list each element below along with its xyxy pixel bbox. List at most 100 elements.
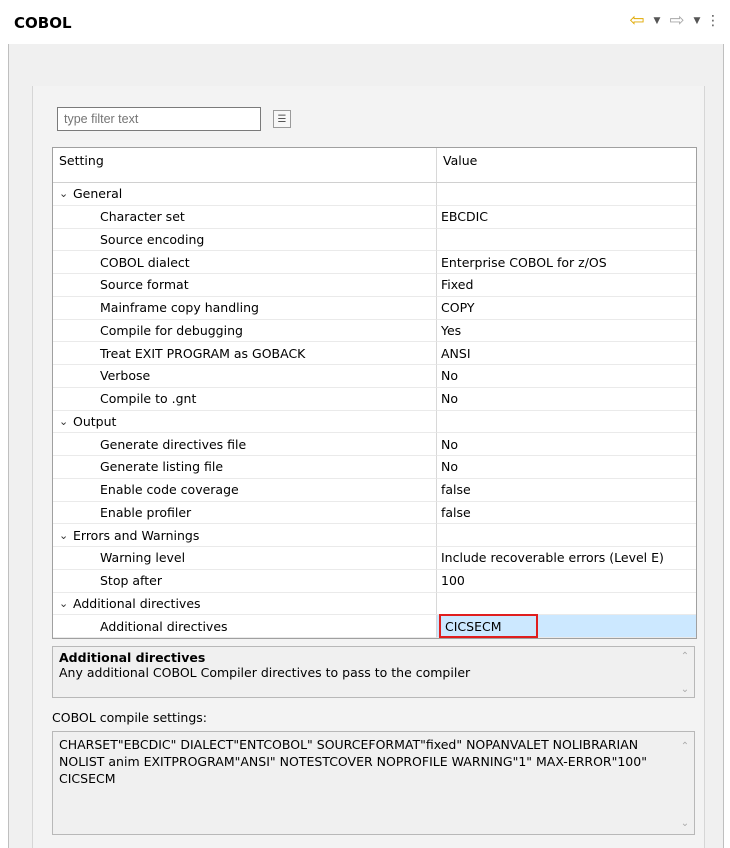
table-row[interactable]: Warning level Include recoverable errors … [53, 547, 696, 570]
preferences-header: COBOL ⇦ ▼ ⇨ ▼ ⋮ [0, 0, 730, 44]
value-cell[interactable]: No [437, 456, 696, 479]
setting-cell: ⌄ Additional directives [53, 592, 437, 616]
setting-cell: Warning level [53, 547, 437, 570]
setting-cell: ⌄ General [53, 183, 437, 206]
setting-value: CICSECM [445, 618, 502, 634]
back-dropdown-icon[interactable]: ▼ [650, 16, 664, 26]
filter-input[interactable] [57, 107, 261, 131]
setting-cell: Treat EXIT PROGRAM as GOBACK [53, 342, 437, 365]
table-row[interactable]: Generate directives file No [53, 433, 696, 456]
filter-options-button[interactable]: ☰ [273, 110, 291, 128]
description-box: Additional directives Any additional COB… [52, 646, 695, 698]
table-row[interactable]: Enable code coverage false [53, 478, 696, 502]
table-row[interactable]: Compile to .gnt No [53, 387, 696, 411]
setting-label: General [73, 186, 123, 202]
setting-cell: Mainframe copy handling [53, 296, 437, 320]
category-row[interactable]: ⌄ Output [53, 410, 696, 434]
table-row[interactable]: Source format Fixed [53, 274, 696, 297]
table-row[interactable]: Enable profiler false [53, 501, 696, 525]
setting-label: Output [73, 413, 117, 429]
setting-label: Stop after [100, 573, 162, 589]
forward-dropdown-icon[interactable]: ▼ [690, 16, 704, 26]
forward-arrow-icon[interactable]: ⇨ [666, 12, 688, 30]
setting-cell: ⌄ Errors and Warnings [53, 524, 437, 547]
chevron-down-icon[interactable]: ⌄ [59, 597, 73, 610]
value-cell[interactable]: No [437, 365, 696, 388]
value-cell[interactable]: No [437, 388, 696, 411]
scroll-down-icon[interactable]: ⌄ [678, 684, 692, 695]
setting-value: No [441, 459, 458, 475]
column-header-setting[interactable]: Setting [53, 148, 437, 182]
chevron-down-icon[interactable]: ⌄ [59, 415, 73, 428]
setting-cell: Compile for debugging [53, 319, 437, 343]
setting-label: COBOL dialect [100, 254, 190, 270]
column-header-value[interactable]: Value [437, 148, 696, 182]
category-row[interactable]: ⌄ Additional directives [53, 592, 696, 616]
setting-label: Compile to .gnt [100, 391, 197, 407]
setting-cell: Source encoding [53, 228, 437, 252]
value-cell[interactable]: Enterprise COBOL for z/OS [437, 251, 696, 274]
value-cell[interactable]: COPY [437, 297, 696, 320]
compile-settings-label: COBOL compile settings: [52, 710, 207, 725]
view-menu-icon[interactable]: ⋮ [706, 13, 720, 29]
setting-cell: ⌄ Output [53, 410, 437, 434]
table-row[interactable]: Additional directives CICSECM [53, 614, 696, 639]
value-cell[interactable] [437, 229, 696, 252]
highlighted-value-box[interactable]: CICSECM [439, 614, 538, 639]
table-row[interactable]: Generate listing file No [53, 456, 696, 479]
value-cell[interactable]: false [437, 479, 696, 502]
value-cell[interactable]: CICSECM [437, 614, 696, 639]
chevron-down-icon[interactable]: ⌄ [59, 187, 73, 200]
scroll-up-icon[interactable]: ⌃ [678, 738, 692, 755]
setting-cell: COBOL dialect [53, 251, 437, 274]
value-cell [437, 593, 696, 616]
table-row[interactable]: Verbose No [53, 365, 696, 388]
back-arrow-icon[interactable]: ⇦ [626, 12, 648, 30]
value-cell[interactable]: Include recoverable errors (Level E) [437, 547, 696, 570]
category-row[interactable]: ⌄ General [53, 183, 696, 206]
setting-label: Source encoding [100, 231, 205, 247]
value-cell[interactable]: ANSI [437, 342, 696, 365]
setting-value: ANSI [441, 345, 471, 361]
setting-value: Enterprise COBOL for z/OS [441, 254, 607, 270]
settings-table: Setting Value ⌄ General Character set EBCDI… [52, 147, 697, 639]
setting-label: Compile for debugging [100, 322, 243, 338]
table-row[interactable]: Treat EXIT PROGRAM as GOBACK ANSI [53, 342, 696, 365]
compile-settings-box[interactable]: CHARSET"EBCDIC" DIALECT"ENTCOBOL" SOURCE… [52, 731, 695, 835]
value-cell[interactable]: No [437, 433, 696, 456]
setting-label: Mainframe copy handling [100, 300, 259, 316]
page-title: COBOL [14, 14, 72, 32]
table-row[interactable]: Stop after 100 [53, 569, 696, 593]
setting-value: No [441, 436, 458, 452]
compile-settings-text: CHARSET"EBCDIC" DIALECT"ENTCOBOL" SOURCE… [59, 737, 647, 786]
setting-value: false [441, 504, 471, 520]
value-cell[interactable]: Yes [437, 320, 696, 343]
table-body: ⌄ General Character set EBCDIC Source encodi… [53, 183, 696, 639]
table-header: Setting Value [53, 148, 696, 183]
setting-value: Include recoverable errors (Level E) [441, 550, 664, 566]
value-cell [437, 183, 696, 206]
value-cell [437, 411, 696, 434]
description-title: Additional directives [59, 650, 206, 665]
table-row[interactable]: Source encoding [53, 228, 696, 252]
value-cell[interactable]: 100 [437, 570, 696, 593]
table-row[interactable]: Compile for debugging Yes [53, 319, 696, 343]
table-row[interactable]: COBOL dialect Enterprise COBOL for z/OS [53, 251, 696, 274]
setting-value: Yes [441, 322, 462, 338]
setting-value: No [441, 391, 458, 407]
value-cell[interactable]: false [437, 502, 696, 525]
setting-cell: Source format [53, 274, 437, 297]
category-row[interactable]: ⌄ Errors and Warnings [53, 524, 696, 547]
description-text: Any additional COBOL Compiler directives… [59, 665, 471, 680]
setting-value: COPY [441, 300, 475, 316]
table-row[interactable]: Mainframe copy handling COPY [53, 296, 696, 320]
scroll-down-icon[interactable]: ⌄ [678, 815, 692, 832]
value-cell [437, 524, 696, 547]
chevron-down-icon[interactable]: ⌄ [59, 529, 73, 542]
setting-label: Additional directives [73, 595, 201, 611]
scroll-up-icon[interactable]: ⌃ [678, 651, 692, 662]
value-cell[interactable]: EBCDIC [437, 206, 696, 229]
value-cell[interactable]: Fixed [437, 274, 696, 297]
setting-label: Enable code coverage [100, 482, 239, 498]
table-row[interactable]: Character set EBCDIC [53, 205, 696, 229]
